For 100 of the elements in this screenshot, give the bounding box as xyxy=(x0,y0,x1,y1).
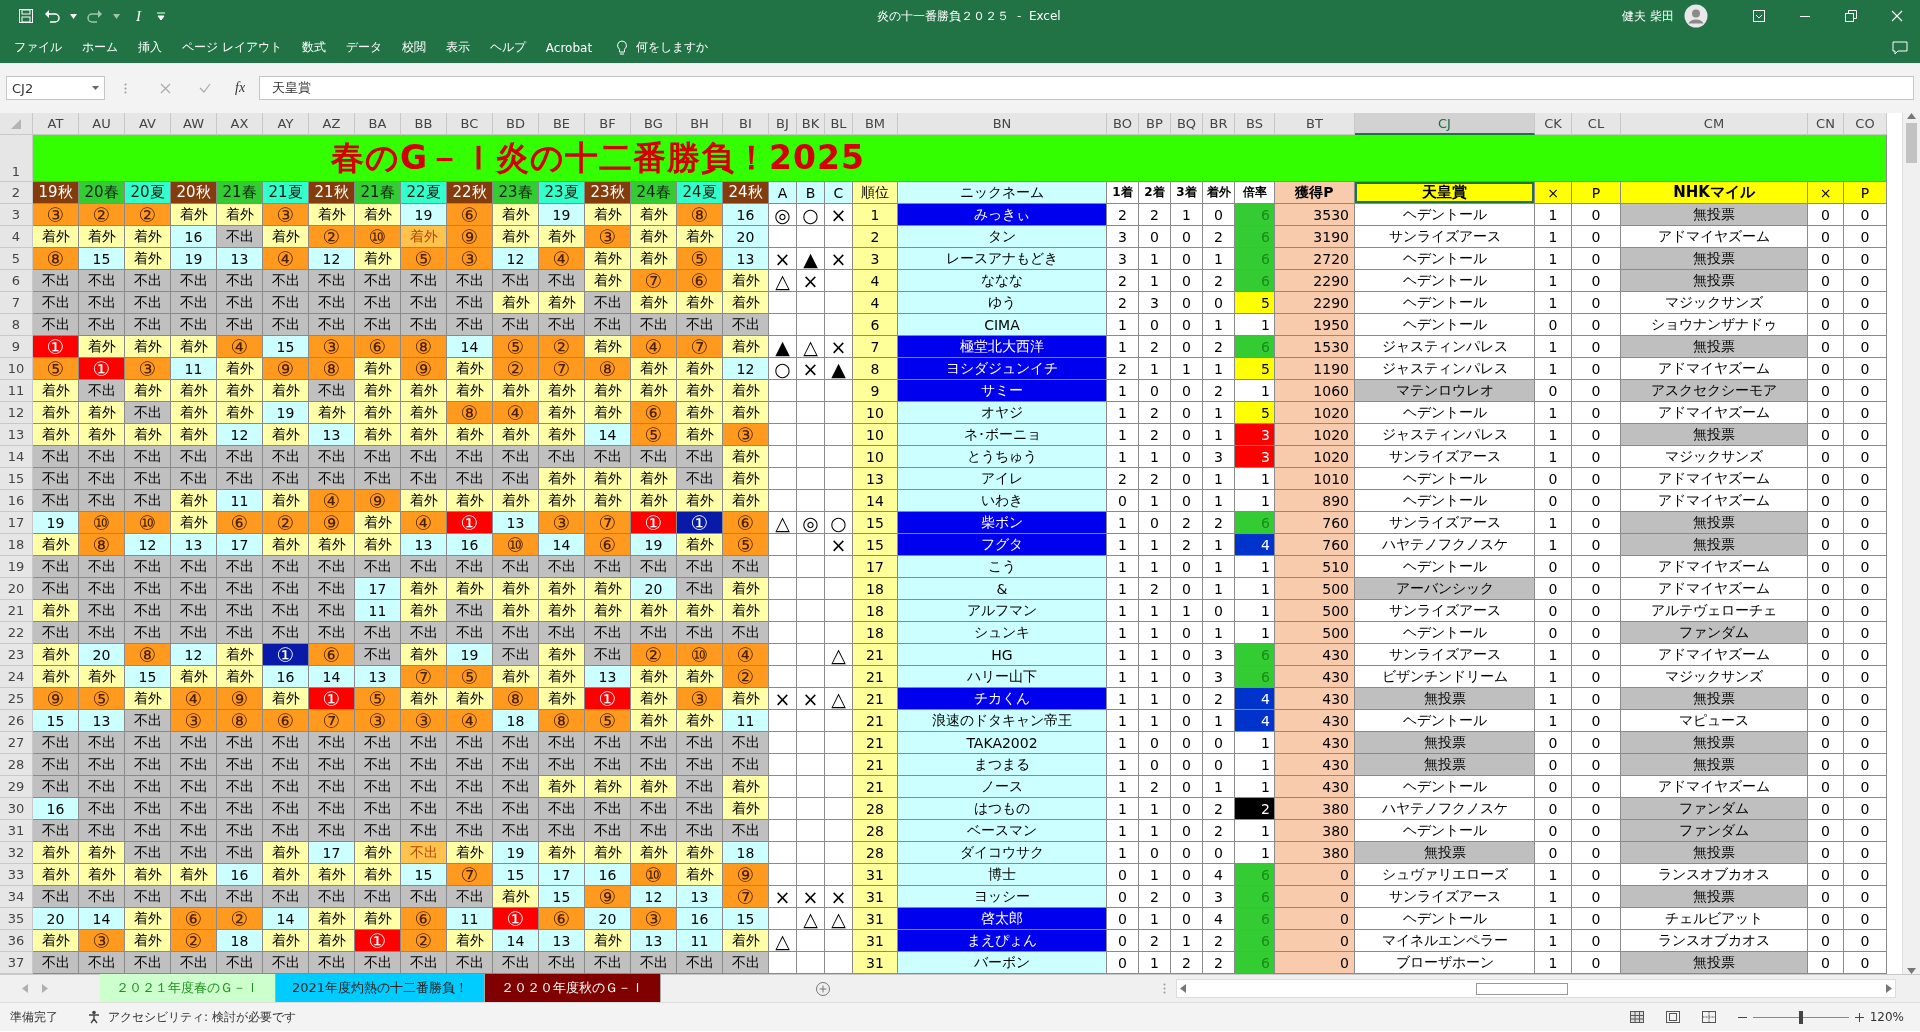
column-header[interactable]: AZ xyxy=(309,113,355,135)
lightbulb-icon[interactable] xyxy=(616,39,629,56)
row-header[interactable]: 28 xyxy=(0,754,33,776)
row-header[interactable]: 21 xyxy=(0,600,33,622)
scroll-thumb[interactable] xyxy=(1906,123,1917,163)
column-header[interactable]: BK xyxy=(797,113,825,135)
row-header[interactable]: 15 xyxy=(0,468,33,490)
column-header[interactable]: AX xyxy=(217,113,263,135)
scroll-right-icon[interactable] xyxy=(1886,984,1892,993)
ribbon-tab[interactable]: ファイル xyxy=(4,39,72,56)
column-header[interactable]: BH xyxy=(677,113,723,135)
column-header[interactable]: CK xyxy=(1535,113,1572,135)
row-header[interactable]: 27 xyxy=(0,732,33,754)
row-header[interactable]: 4 xyxy=(0,226,33,248)
slider-thumb[interactable] xyxy=(1798,1010,1803,1024)
column-header[interactable]: AY xyxy=(263,113,309,135)
row-header[interactable]: 25 xyxy=(0,688,33,710)
column-header[interactable]: BP xyxy=(1139,113,1171,135)
ribbon-tab[interactable]: 挿入 xyxy=(128,39,172,56)
column-header[interactable]: BM xyxy=(853,113,898,135)
row-header[interactable]: 22 xyxy=(0,622,33,644)
column-header[interactable]: BL xyxy=(825,113,853,135)
row-header[interactable]: 26 xyxy=(0,710,33,732)
column-header[interactable]: AT xyxy=(33,113,79,135)
row-header[interactable]: 17 xyxy=(0,512,33,534)
tell-me-field[interactable]: 何をしますか xyxy=(636,39,709,56)
row-header[interactable]: 3 xyxy=(0,204,33,226)
column-header[interactable]: BB xyxy=(401,113,447,135)
caret-icon[interactable] xyxy=(70,13,77,19)
row-header[interactable]: 9 xyxy=(0,336,33,358)
more-icon[interactable] xyxy=(1163,983,1166,994)
row-header[interactable]: 30 xyxy=(0,798,33,820)
add-sheet-icon[interactable] xyxy=(816,981,831,996)
ribbon-tab[interactable]: ページ レイアウト xyxy=(172,39,292,56)
zoom-in-icon[interactable] xyxy=(1854,1012,1864,1022)
save-icon[interactable] xyxy=(18,8,34,24)
column-header[interactable]: BJ xyxy=(769,113,797,135)
vertical-scrollbar[interactable] xyxy=(1902,113,1920,974)
ribbon-tab[interactable]: データ xyxy=(335,39,392,56)
row-header[interactable]: 2 xyxy=(0,182,33,204)
column-header[interactable]: BO xyxy=(1107,113,1139,135)
sheet-tab[interactable]: 2021年度灼熱の十二番勝負！ xyxy=(276,974,486,1002)
row-header[interactable]: 18 xyxy=(0,534,33,556)
restore-icon[interactable] xyxy=(1845,10,1857,22)
caret-icon[interactable] xyxy=(92,86,99,90)
column-header[interactable]: BC xyxy=(447,113,493,135)
more-icon[interactable] xyxy=(123,82,127,94)
column-header[interactable]: BD xyxy=(493,113,539,135)
column-header[interactable]: AV xyxy=(125,113,171,135)
sheet-tab[interactable]: ２０２０年度秋のＧ－Ｉ xyxy=(485,974,662,1002)
column-header[interactable]: BS xyxy=(1235,113,1275,135)
horizontal-scrollbar[interactable] xyxy=(1176,979,1896,998)
row-header[interactable]: 20 xyxy=(0,578,33,600)
zoom-level[interactable]: 120% xyxy=(1869,1010,1904,1024)
comment-icon[interactable] xyxy=(1892,40,1908,55)
page-layout-icon[interactable] xyxy=(1665,1011,1680,1023)
row-header[interactable]: 11 xyxy=(0,380,33,402)
row-header[interactable]: 13 xyxy=(0,424,33,446)
ribbon-tab[interactable]: 数式 xyxy=(291,39,336,56)
row-header[interactable]: 1 xyxy=(0,135,33,182)
ribbon-tab[interactable]: ヘルプ xyxy=(479,39,536,56)
customize-icon[interactable] xyxy=(157,12,165,20)
row-header[interactable]: 12 xyxy=(0,402,33,424)
column-header[interactable]: BQ xyxy=(1171,113,1203,135)
insert-function-button[interactable]: fx xyxy=(235,80,246,96)
row-header[interactable]: 33 xyxy=(0,864,33,886)
row-header[interactable]: 36 xyxy=(0,930,33,952)
row-header[interactable]: 8 xyxy=(0,314,33,336)
ribbon-display-icon[interactable] xyxy=(1753,10,1765,22)
row-header[interactable]: 10 xyxy=(0,358,33,380)
row-header[interactable]: 37 xyxy=(0,952,33,974)
row-header[interactable]: 16 xyxy=(0,490,33,512)
formula-field[interactable]: 天皇賞 xyxy=(259,76,1914,100)
row-header[interactable]: 23 xyxy=(0,644,33,666)
check-icon[interactable] xyxy=(199,83,211,93)
accessibility-status[interactable]: アクセシビリティ: 検討が必要です xyxy=(108,1008,296,1026)
column-header[interactable]: CL xyxy=(1572,113,1621,135)
accessibility-icon[interactable] xyxy=(88,1010,102,1024)
ribbon-tab[interactable]: 表示 xyxy=(435,39,480,56)
column-header[interactable]: BN xyxy=(898,113,1107,135)
column-header[interactable]: BA xyxy=(355,113,401,135)
name-box[interactable]: CJ2 xyxy=(6,76,105,100)
column-header[interactable]: BE xyxy=(539,113,585,135)
scroll-thumb[interactable] xyxy=(1476,982,1568,995)
column-header[interactable]: CN xyxy=(1808,113,1844,135)
column-header[interactable]: AU xyxy=(79,113,125,135)
ribbon-tab[interactable]: Acrobat xyxy=(535,40,603,55)
column-header[interactable]: BG xyxy=(631,113,677,135)
column-header[interactable]: CM xyxy=(1621,113,1808,135)
page-break-icon[interactable] xyxy=(1701,1011,1716,1023)
sheet-tab[interactable]: ２０２１年度春のＧ－Ｉ xyxy=(100,974,276,1002)
column-header[interactable]: BT xyxy=(1275,113,1355,135)
caret-icon[interactable] xyxy=(113,13,120,19)
avatar-icon[interactable] xyxy=(1684,4,1708,28)
row-header[interactable]: 5 xyxy=(0,248,33,270)
ribbon-tab[interactable]: ホーム xyxy=(72,39,128,56)
column-header[interactable]: BF xyxy=(585,113,631,135)
column-header[interactable]: BR xyxy=(1203,113,1235,135)
column-header[interactable]: BI xyxy=(723,113,769,135)
row-header[interactable]: 35 xyxy=(0,908,33,930)
